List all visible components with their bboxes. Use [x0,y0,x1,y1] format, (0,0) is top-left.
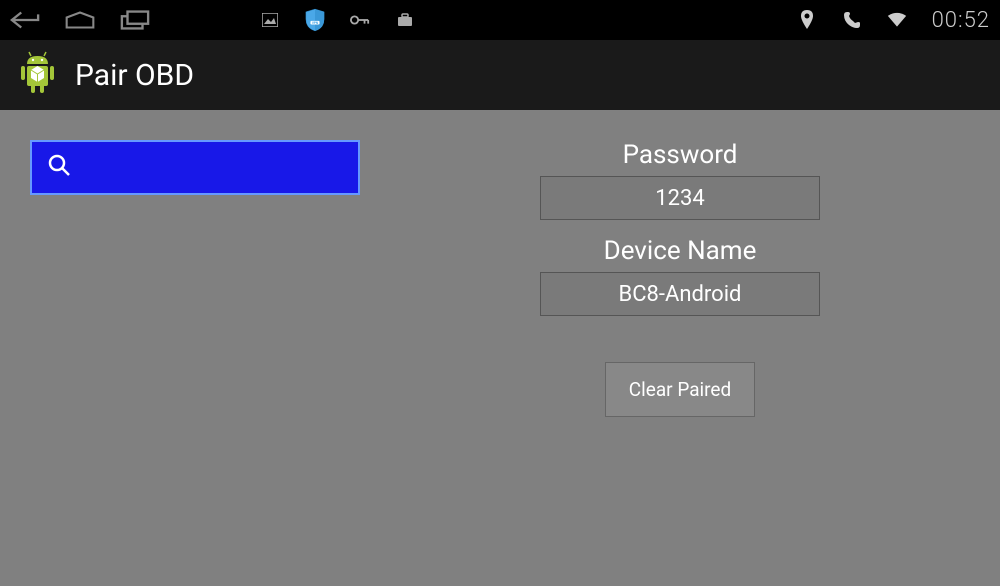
password-label: Password [623,140,738,170]
device-name-label: Device Name [604,236,757,266]
right-column: Password Device Name Clear Paired [480,140,880,417]
recent-apps-icon[interactable] [120,5,150,35]
briefcase-icon [395,10,415,30]
wifi-icon [887,10,907,30]
phone-icon [842,10,862,30]
svg-text:VPN: VPN [312,21,319,25]
status-bar-left: VPN [10,5,415,35]
location-icon [797,10,817,30]
clear-paired-button[interactable]: Clear Paired [605,362,755,417]
android-app-icon [15,48,60,102]
app-title: Pair OBD [75,58,194,93]
search-input[interactable] [30,140,360,195]
left-column [30,140,360,417]
vpn-shield-icon: VPN [305,10,325,30]
clock-time: 00:52 [932,8,990,33]
home-icon[interactable] [65,5,95,35]
device-name-field[interactable] [540,272,820,316]
status-bar-right: 00:52 [797,8,990,33]
status-bar: VPN 00:52 [0,0,1000,40]
content-area: Password Device Name Clear Paired [0,110,1000,447]
back-icon[interactable] [10,5,40,35]
image-indicator-icon [260,10,280,30]
app-bar: Pair OBD [0,40,1000,110]
key-icon [350,10,370,30]
search-icon [47,153,73,183]
password-field[interactable] [540,176,820,220]
